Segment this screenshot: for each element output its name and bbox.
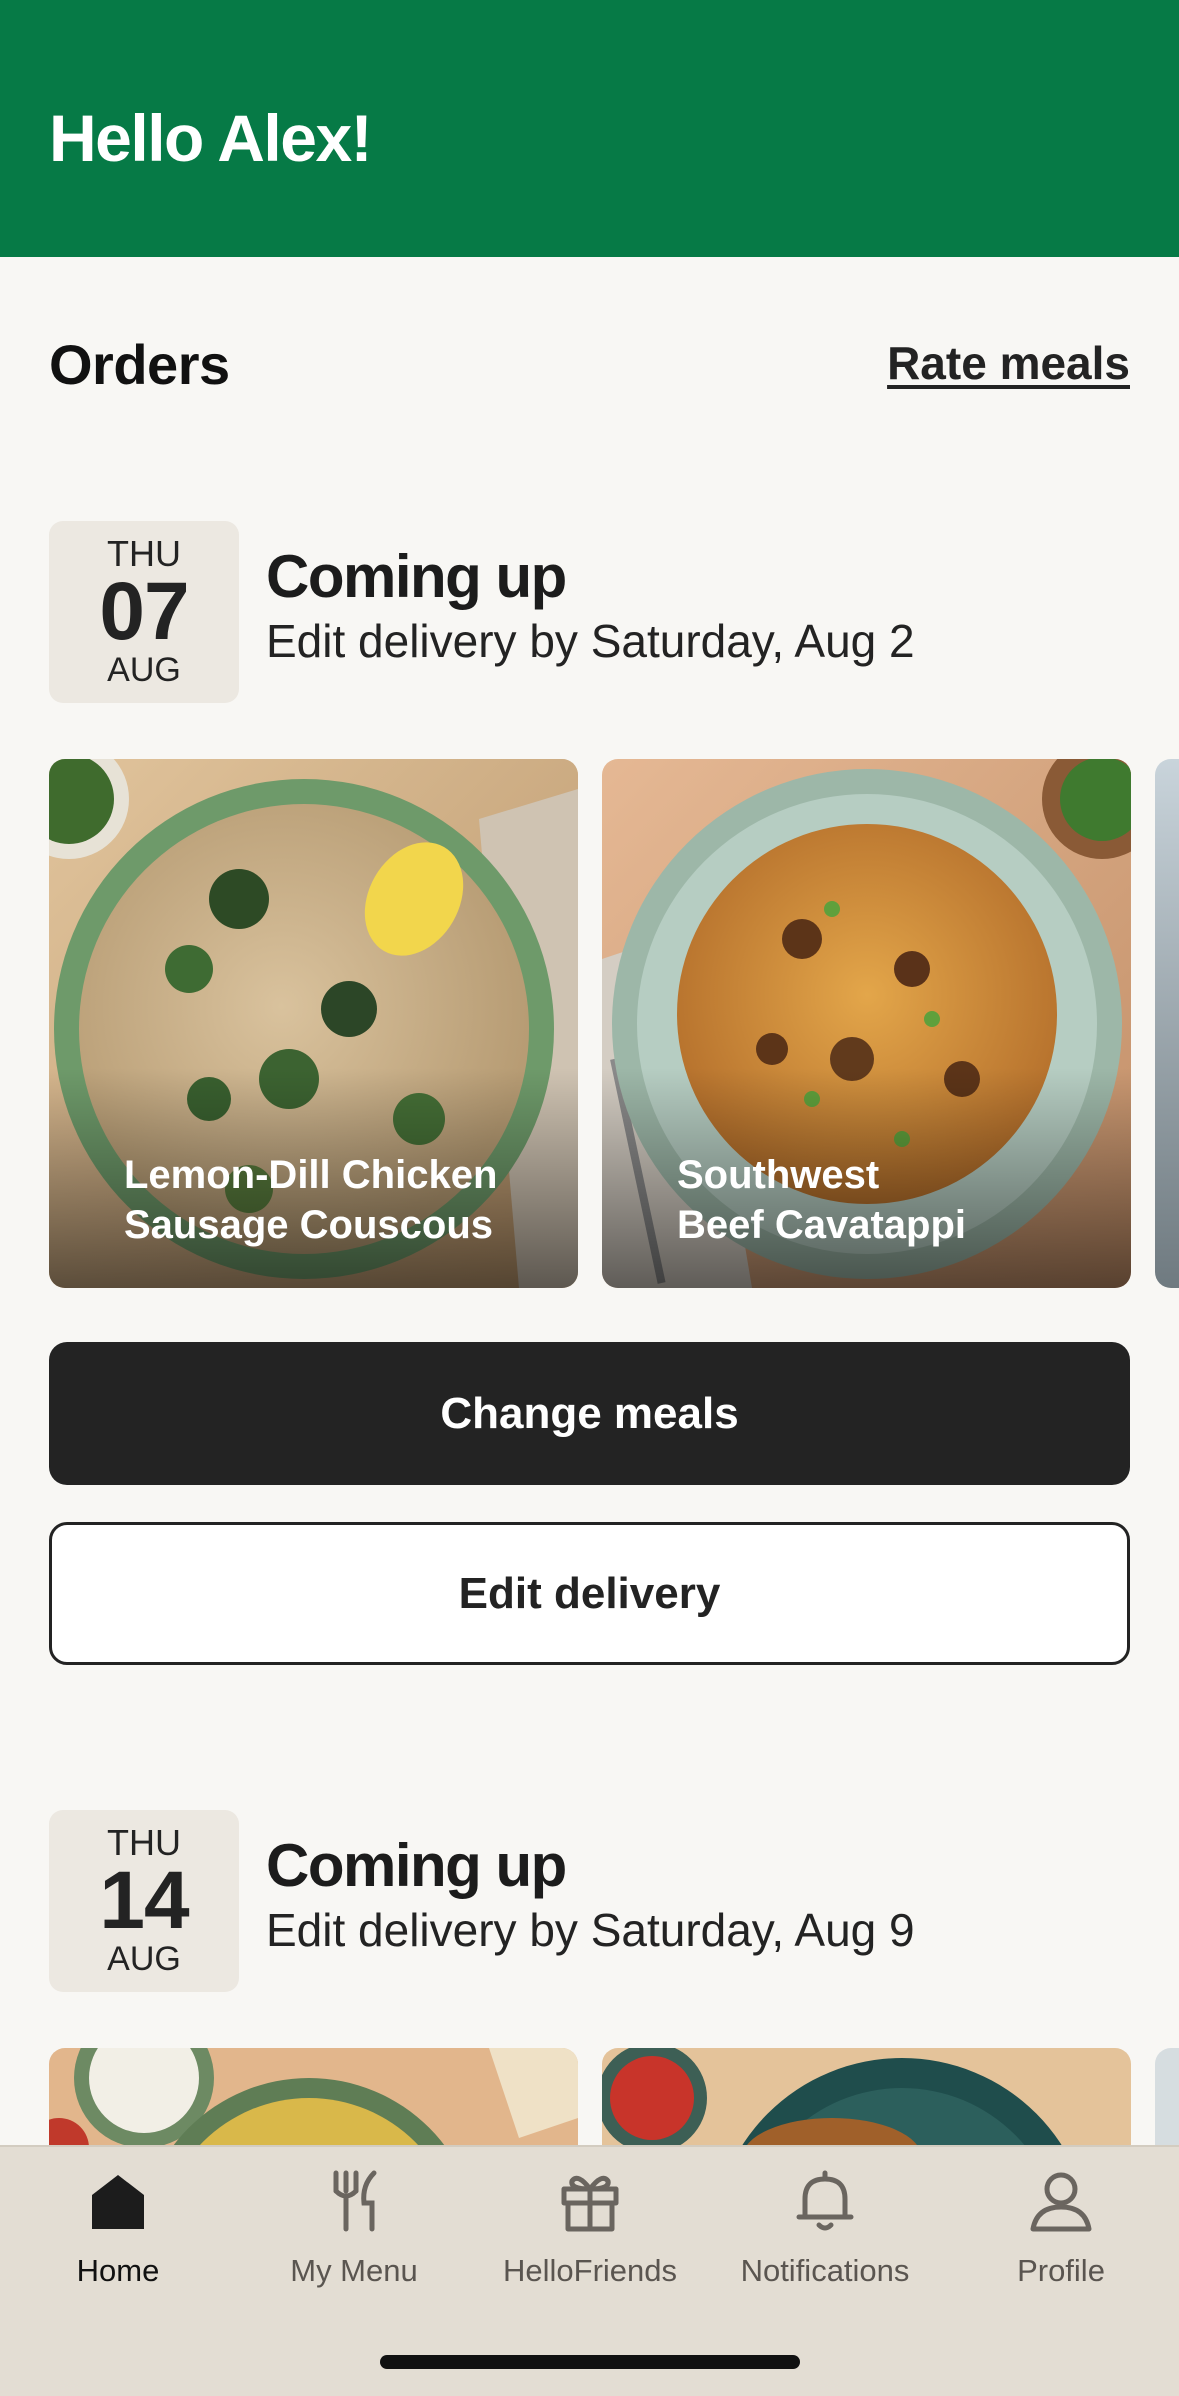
app-header: Hello Alex! [0, 0, 1179, 257]
rate-meals-link[interactable]: Rate meals [887, 336, 1130, 390]
orders-heading: Orders [49, 333, 230, 396]
delivery-day: 07 [99, 566, 189, 657]
meal-photo-peek [1155, 759, 1179, 1288]
nav-item-home[interactable]: Home [0, 2169, 236, 2289]
meal-card[interactable]: Lemon-Dill Chicken Sausage Couscous [49, 759, 578, 1288]
home-icon [92, 2175, 144, 2229]
meal-name-line2: Beef Cavatappi [677, 1203, 966, 1247]
delivery-date-badge: THU 07 AUG [49, 521, 239, 703]
delivery-deadline: Edit delivery by Saturday, Aug 2 [266, 615, 915, 667]
meal-name-line2: Sausage Couscous [124, 1203, 494, 1247]
person-icon [1030, 2172, 1092, 2232]
delivery-day: 14 [99, 1855, 189, 1946]
gift-icon [561, 2175, 619, 2232]
greeting-title: Hello Alex! [49, 101, 373, 175]
delivery-deadline: Edit delivery by Saturday, Aug 9 [266, 1904, 915, 1956]
delivery-month: AUG [107, 1940, 181, 1978]
nav-label: Home [76, 2253, 160, 2288]
home-indicator [380, 2355, 800, 2369]
bell-icon [796, 2170, 854, 2231]
nav-item-my-menu[interactable]: My Menu [236, 2169, 472, 2289]
fork-knife-icon [333, 2170, 377, 2232]
nav-label: Profile [1017, 2253, 1105, 2288]
meal-name-line1: Lemon-Dill Chicken [124, 1153, 498, 1197]
edit-delivery-button[interactable]: Edit delivery [49, 1522, 1130, 1665]
meal-name: Southwest Beef Cavatappi [677, 1150, 1107, 1250]
meal-name-line1: Southwest [677, 1153, 880, 1197]
meal-card-peek[interactable] [1155, 759, 1179, 1288]
nav-label: My Menu [290, 2253, 418, 2288]
nav-label: Notifications [740, 2253, 910, 2288]
nav-item-notifications[interactable]: Notifications [707, 2169, 943, 2289]
nav-label: HelloFriends [502, 2253, 677, 2288]
delivery-month: AUG [107, 651, 181, 689]
delivery-status: Coming up [266, 1832, 567, 1899]
meal-name: Lemon-Dill Chicken Sausage Couscous [124, 1150, 554, 1250]
change-meals-button[interactable]: Change meals [49, 1342, 1130, 1485]
nav-item-profile[interactable]: Profile [943, 2169, 1179, 2289]
delivery-date-badge: THU 14 AUG [49, 1810, 239, 1992]
meal-card[interactable]: Southwest Beef Cavatappi [602, 759, 1131, 1288]
nav-item-hellofriends[interactable]: HelloFriends [472, 2169, 708, 2289]
delivery-status: Coming up [266, 543, 567, 610]
